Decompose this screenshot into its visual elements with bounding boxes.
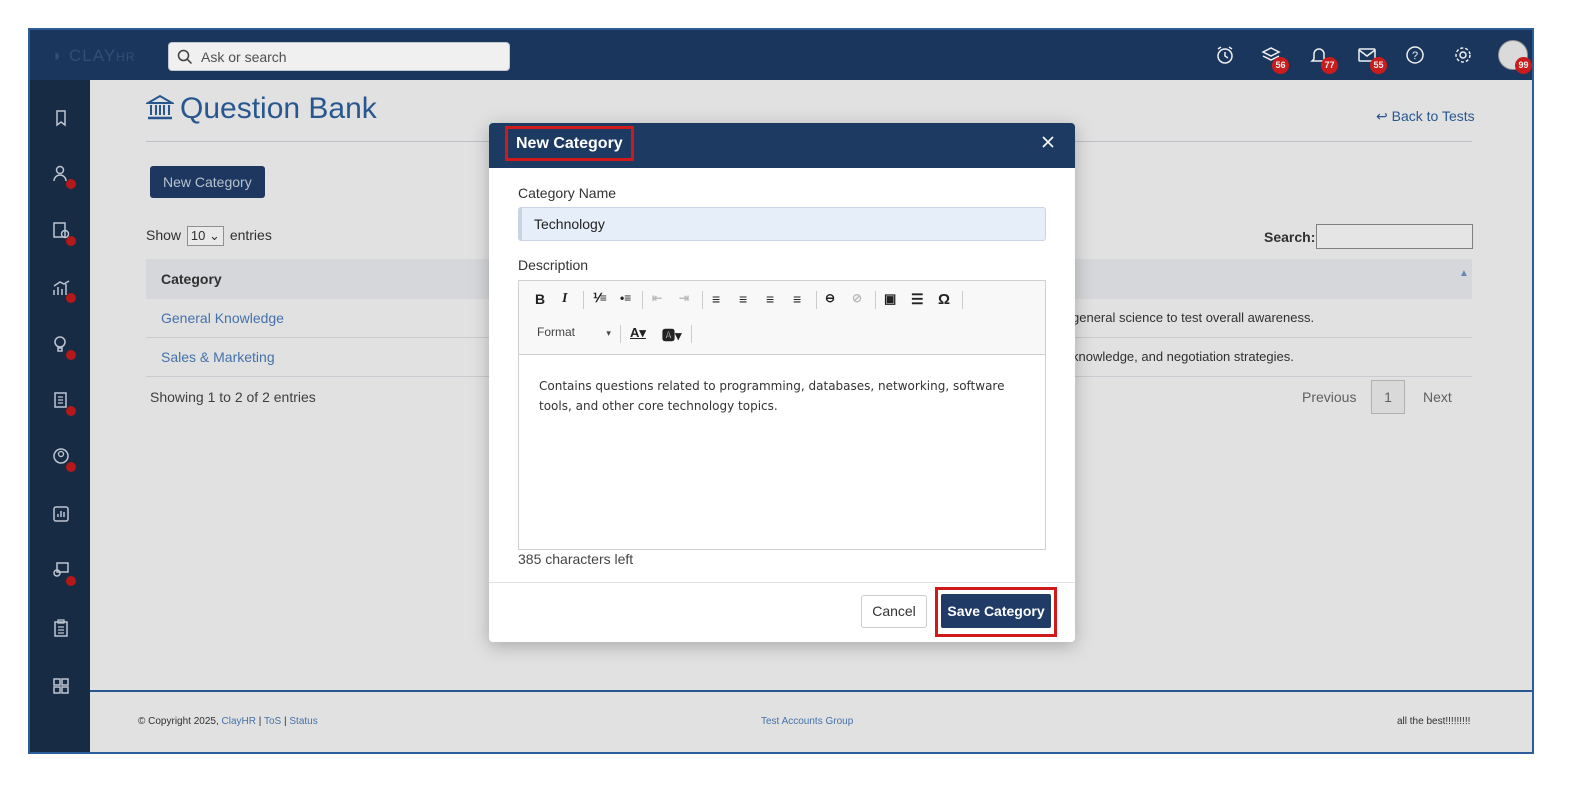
close-icon[interactable] (1041, 135, 1055, 149)
align-justify-icon[interactable]: ≡ (793, 291, 801, 307)
category-name-input[interactable]: Technology (518, 207, 1046, 241)
description-rich-text-editor[interactable]: B I ⅟≡ •≡ ⇤ ⇥ ≡ ≡ ≡ ≡ ⊖ ⊘ ▣ ☰ Ω Format ▾… (518, 280, 1046, 550)
toolbar-separator (583, 291, 584, 309)
editor-toolbar: B I ⅟≡ •≡ ⇤ ⇥ ≡ ≡ ≡ ≡ ⊖ ⊘ ▣ ☰ Ω Format ▾… (519, 281, 1045, 355)
horizontal-rule-icon[interactable]: ☰ (911, 291, 924, 308)
save-button-highlight: Save Category (935, 587, 1057, 637)
special-char-omega-icon[interactable]: Ω (938, 291, 950, 308)
italic-icon[interactable]: I (562, 291, 567, 307)
characters-left-counter: 385 characters left (518, 551, 634, 567)
cancel-button[interactable]: Cancel (861, 595, 927, 628)
bold-icon[interactable]: B (535, 291, 545, 307)
link-icon[interactable]: ⊖ (825, 291, 835, 305)
align-left-icon[interactable]: ≡ (712, 291, 720, 307)
background-color-icon[interactable]: 🅰▾ (662, 325, 682, 344)
bullet-list-icon[interactable]: •≡ (620, 291, 631, 305)
toolbar-separator (702, 291, 703, 309)
modal-footer-divider (489, 582, 1075, 583)
app-window: ◗ CLAYHR Ask or search 56 77 55 ? 99 Que… (28, 28, 1534, 754)
indent-icon[interactable]: ⇥ (679, 291, 689, 305)
numbered-list-icon[interactable]: ⅟≡ (593, 291, 607, 305)
category-name-label: Category Name (518, 185, 617, 201)
save-category-button[interactable]: Save Category (941, 594, 1051, 628)
modal-header: New Category (489, 123, 1075, 168)
align-right-icon[interactable]: ≡ (766, 291, 774, 307)
text-color-icon[interactable]: A▾ (630, 325, 646, 341)
dropdown-arrow-icon: ▾ (606, 328, 611, 338)
align-center-icon[interactable]: ≡ (739, 291, 747, 307)
toolbar-separator (620, 325, 621, 343)
unlink-icon[interactable]: ⊘ (852, 291, 862, 305)
toolbar-separator (962, 291, 963, 309)
format-dropdown-label: Format (537, 325, 576, 339)
format-dropdown[interactable]: Format ▾ (537, 325, 611, 339)
toolbar-separator (691, 325, 692, 343)
toolbar-separator (875, 291, 876, 309)
image-icon[interactable]: ▣ (884, 291, 896, 307)
description-label: Description (518, 257, 589, 273)
outdent-icon[interactable]: ⇤ (652, 291, 662, 305)
toolbar-separator (642, 291, 643, 309)
new-category-modal: New Category Category Name Technology De… (489, 123, 1075, 642)
modal-title: New Category (505, 126, 634, 161)
toolbar-separator (816, 291, 817, 309)
description-text[interactable]: Contains questions related to programmin… (539, 376, 1019, 416)
